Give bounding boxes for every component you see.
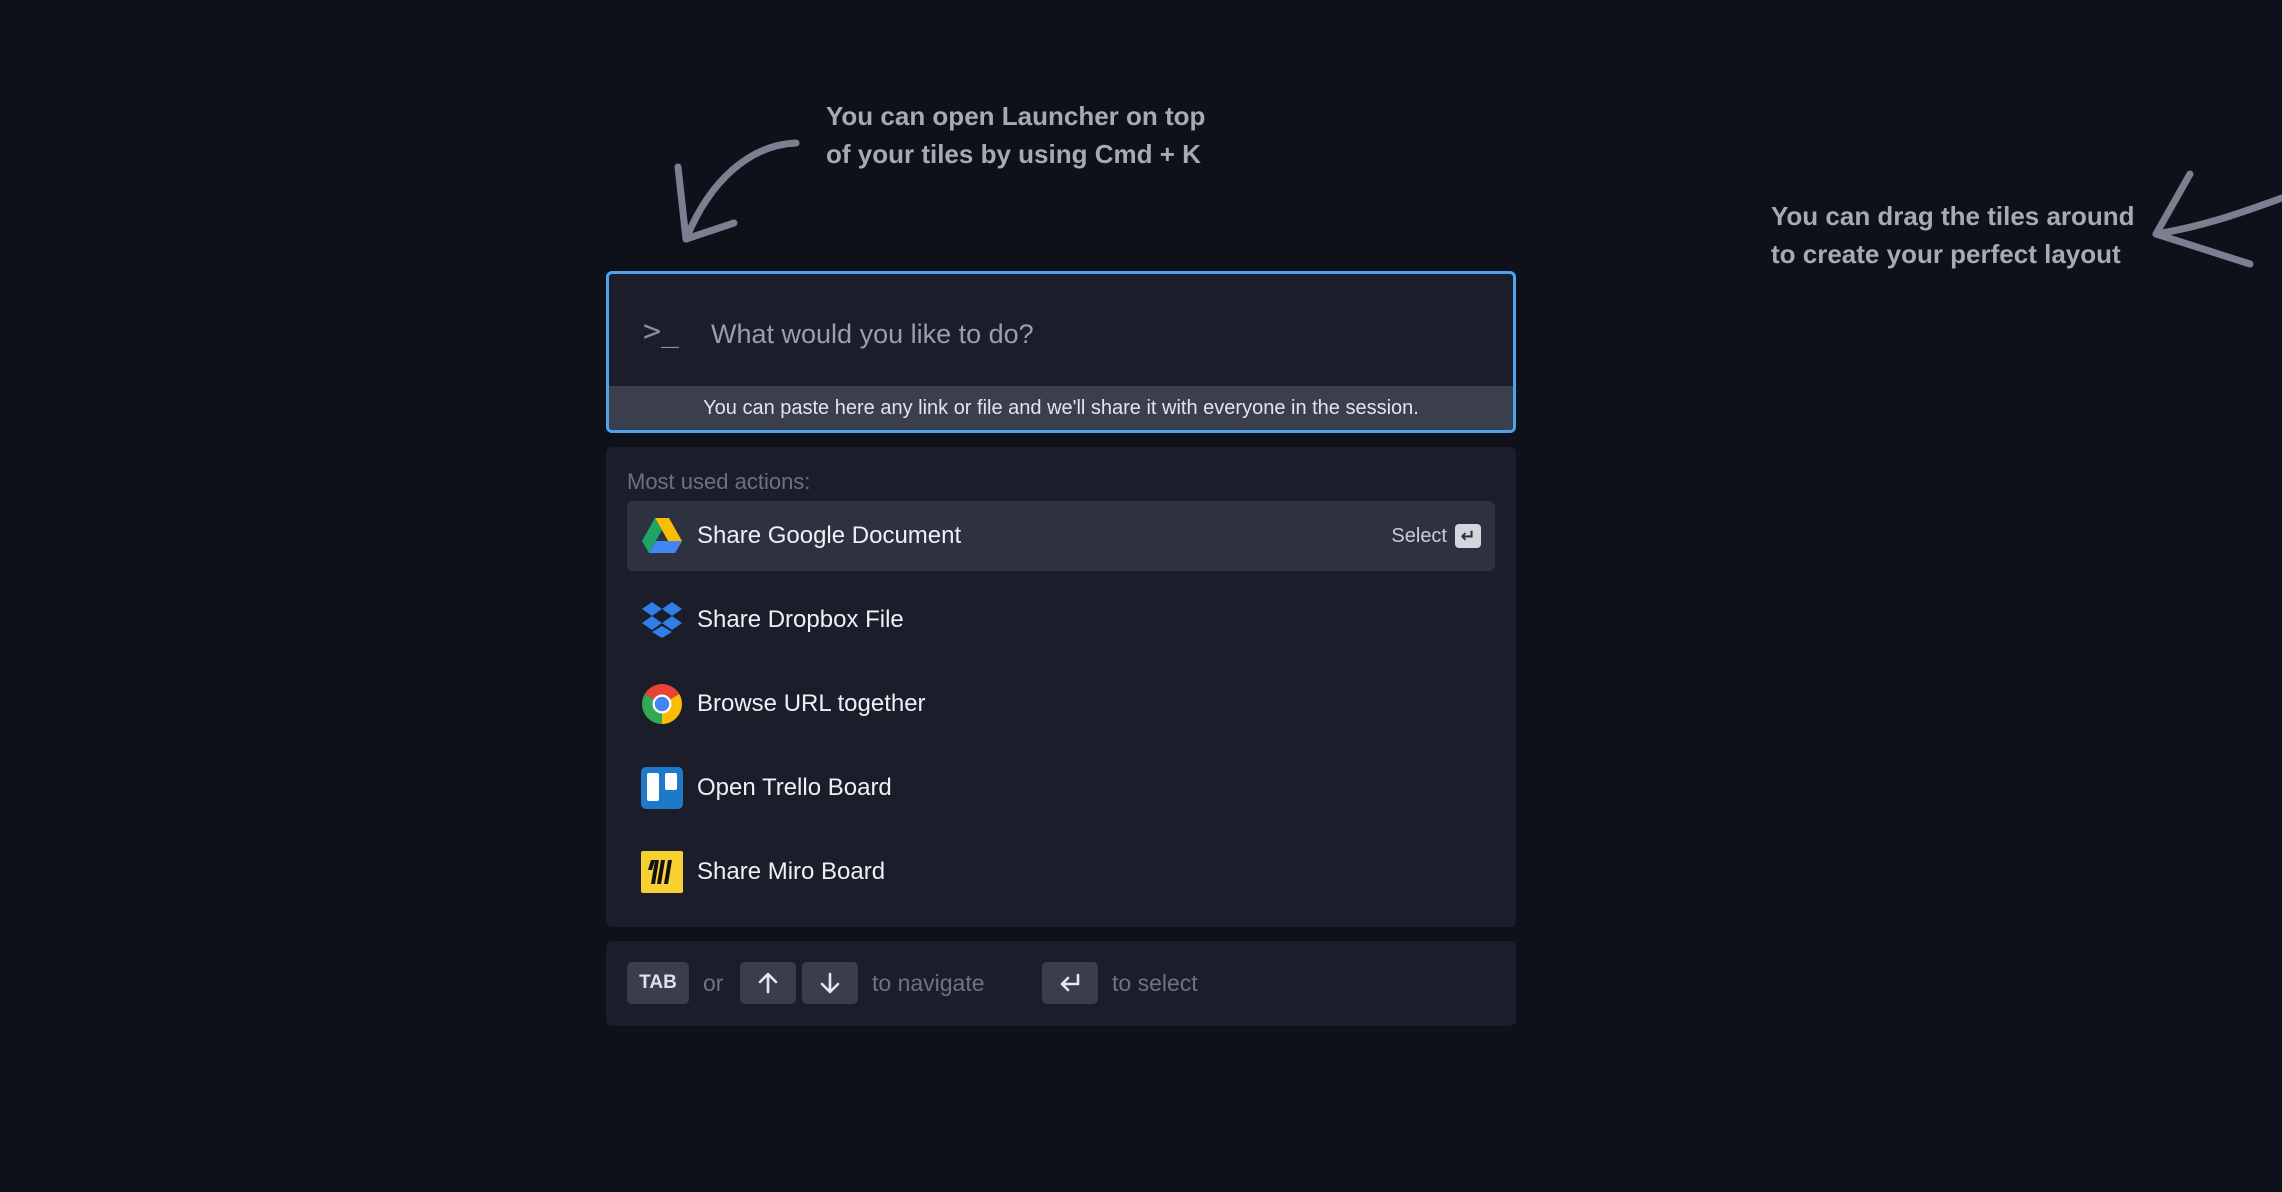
- action-share-dropbox-file[interactable]: Share Dropbox File: [627, 585, 1495, 655]
- arrow-down-key-icon: [802, 962, 858, 1004]
- drag-tiles-hint: You can drag the tiles around to create …: [1771, 201, 2135, 269]
- most-used-actions-panel: Most used actions: Share Google Document…: [606, 447, 1516, 927]
- action-label: Share Google Document: [697, 522, 962, 549]
- arrow-left-icon: [2152, 170, 2282, 268]
- dropbox-icon: [642, 602, 682, 638]
- launcher-command-box[interactable]: >_ You can paste here any link or file a…: [606, 271, 1516, 433]
- miro-icon: [641, 851, 683, 893]
- action-share-google-document[interactable]: Share Google Document Select ↵: [627, 501, 1495, 571]
- action-label: Share Miro Board: [697, 858, 886, 885]
- action-label: Share Dropbox File: [697, 606, 904, 633]
- enter-key-icon: [1042, 962, 1098, 1004]
- tab-key: TAB: [627, 962, 689, 1004]
- action-label: Browse URL together: [697, 690, 926, 717]
- curved-arrow-down-left-icon: [674, 139, 800, 243]
- launcher-hint: You can open Launcher on top of your til…: [826, 101, 1206, 169]
- select-label: Select: [1391, 525, 1447, 547]
- select-hint: Select ↵: [1391, 501, 1481, 571]
- arrow-up-key-icon: [740, 962, 796, 1004]
- google-drive-icon: [642, 518, 682, 553]
- terminal-prompt-icon: >_: [643, 314, 680, 349]
- action-open-trello-board[interactable]: Open Trello Board: [627, 753, 1495, 823]
- enter-key-icon: ↵: [1455, 524, 1481, 548]
- action-browse-url-together[interactable]: Browse URL together: [627, 669, 1495, 739]
- keyboard-help-bar: TAB or to navigate to select: [606, 941, 1516, 1026]
- chrome-icon: [642, 684, 682, 724]
- select-instruction-label: to select: [1112, 970, 1198, 996]
- or-label: or: [703, 970, 724, 996]
- command-input[interactable]: [709, 310, 1473, 358]
- action-label: Open Trello Board: [697, 774, 892, 801]
- navigate-label: to navigate: [872, 970, 985, 996]
- action-share-miro-board[interactable]: Share Miro Board: [627, 837, 1495, 907]
- paste-hint-banner: You can paste here any link or file and …: [609, 386, 1513, 430]
- actions-heading: Most used actions:: [627, 469, 811, 494]
- trello-icon: [641, 767, 683, 809]
